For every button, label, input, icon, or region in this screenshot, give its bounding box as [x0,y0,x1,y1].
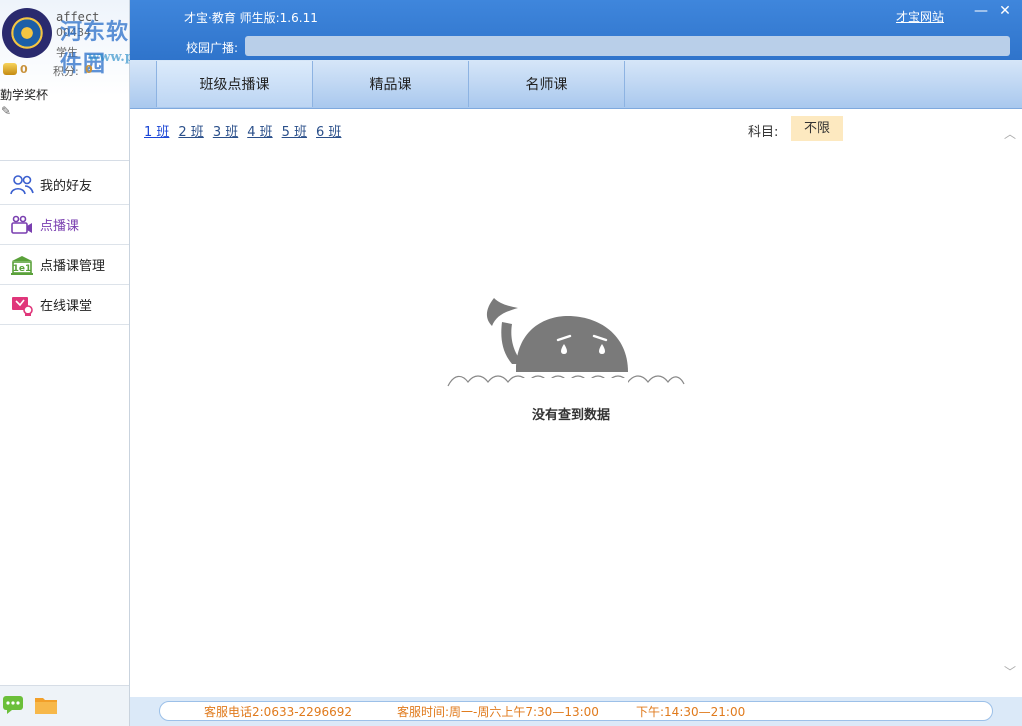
svg-text:1e1: 1e1 [13,264,32,274]
sidebar-item-friends[interactable]: 我的好友 [0,165,129,205]
class-link-3[interactable]: 3 班 [213,121,238,140]
sidebar-nav: 我的好友 点播课 1e1 点播课管理 在线课堂 [0,165,129,325]
subject-select[interactable]: 不限 [791,116,843,141]
tab-famous-teacher[interactable]: 名师课 [468,61,625,107]
app-title: 才宝·教育 师生版:1.6.11 [184,11,318,25]
avatar[interactable] [2,8,52,58]
sidebar-item-vod[interactable]: 点播课 [0,205,129,245]
broadcast-marquee [245,36,1010,56]
class-link-1[interactable]: 1 班 [144,121,169,140]
broadcast-label: 校园广播: [186,41,239,55]
sidebar-item-label: 点播课管理 [40,259,106,274]
sidebar-item-label: 在线课堂 [40,299,93,314]
user-motto: 勤学奖杯 [0,88,49,102]
subject-label: 科目: [748,125,779,140]
service-info-marquee: 客服电话2:0633-2296692 客服时间:周一-周六上午7:30—13:0… [159,701,993,721]
title-bar: 才宝·教育 师生版:1.6.11 才宝网站 — ✕ 校园广播: [130,0,1022,60]
class-link-5[interactable]: 5 班 [282,121,307,140]
close-button[interactable]: ✕ [996,4,1014,20]
coin-count: 0 [20,63,28,76]
user-profile-panel: affect 00434 学生 河东软件园 www.pc0359.cn 0 积分… [0,0,200,161]
main-content: 1 班 2 班 3 班 4 班 5 班 6 班 科目: 不限 ︿ ﹀ 没有查到数… [131,109,1022,697]
class-filter: 1 班 2 班 3 班 4 班 5 班 6 班 [144,121,341,140]
class-link-2[interactable]: 2 班 [178,121,203,140]
folder-icon[interactable] [34,695,58,719]
class-link-6[interactable]: 6 班 [316,121,341,140]
sidebar: affect 00434 学生 河东软件园 www.pc0359.cn 0 积分… [0,0,200,726]
friends-icon [10,174,34,196]
sidebar-item-online-class[interactable]: 在线课堂 [0,285,129,325]
scroll-up-arrow[interactable]: ︿ [1004,125,1016,142]
sidebar-toolbar [0,685,129,726]
service-hours-pm: 下午:14:30—21:00 [636,705,746,719]
status-bar: 客服电话2:0633-2296692 客服时间:周一-周六上午7:30—13:0… [130,697,1022,726]
class-link-4[interactable]: 4 班 [247,121,272,140]
video-icon [10,214,34,236]
points-label: 积分: [53,65,79,78]
coin-icon [3,63,17,75]
chat-icon[interactable] [2,695,24,719]
tab-class-vod[interactable]: 班级点播课 [156,61,312,107]
sidebar-item-label: 我的好友 [40,179,93,194]
empty-whale-illustration [446,294,686,393]
scroll-down-arrow[interactable]: ﹀ [1004,663,1016,680]
sidebar-item-vod-manage[interactable]: 1e1 点播课管理 [0,245,129,285]
course-manage-icon: 1e1 [10,254,34,276]
service-phone: 客服电话2:0633-2296692 [204,705,352,719]
tab-bar: 班级点播课 精品课 名师课 [130,60,1022,109]
website-link[interactable]: 才宝网站 [896,8,944,25]
sidebar-item-label: 点播课 [40,219,80,234]
empty-state-text: 没有查到数据 [531,408,610,423]
points-value: 0 [85,63,93,76]
tab-premium-course[interactable]: 精品课 [312,61,468,107]
online-class-icon [10,294,34,316]
edit-icon[interactable]: ✎ [1,104,11,118]
service-hours-am: 客服时间:周一-周六上午7:30—13:00 [397,705,599,719]
minimize-button[interactable]: — [972,4,990,20]
